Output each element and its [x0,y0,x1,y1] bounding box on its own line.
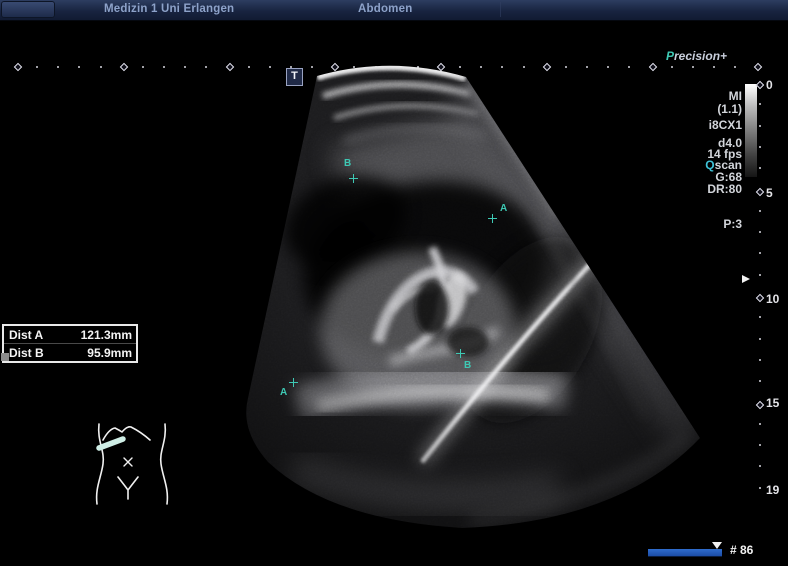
caliper-cross-b2[interactable] [456,349,465,358]
caliper-cross-a[interactable] [488,214,497,223]
caliper-label-a2: A [280,388,287,398]
measurement-value: 95.9mm [87,346,132,360]
body-marker[interactable] [92,416,172,516]
caliper-label-b: B [344,159,351,169]
measurement-label: Dist B [9,346,44,360]
measurement-row: Dist B 95.9mm [4,343,136,361]
caliper-label-b2: B [464,361,471,371]
measurement-panel-handle[interactable] [1,353,9,361]
measurement-row: Dist A 121.3mm [4,326,136,343]
measurement-value: 121.3mm [81,328,132,342]
caliper-cross-a2[interactable] [289,378,298,387]
measurement-label: Dist A [9,328,43,342]
ultrasound-screen: Medizin 1 Uni Erlangen Abdomen [0,0,788,566]
caliper-cross-b[interactable] [349,174,358,183]
measurement-panel[interactable]: Dist A 121.3mm Dist B 95.9mm [2,324,138,363]
caliper-label-a: A [500,204,507,214]
